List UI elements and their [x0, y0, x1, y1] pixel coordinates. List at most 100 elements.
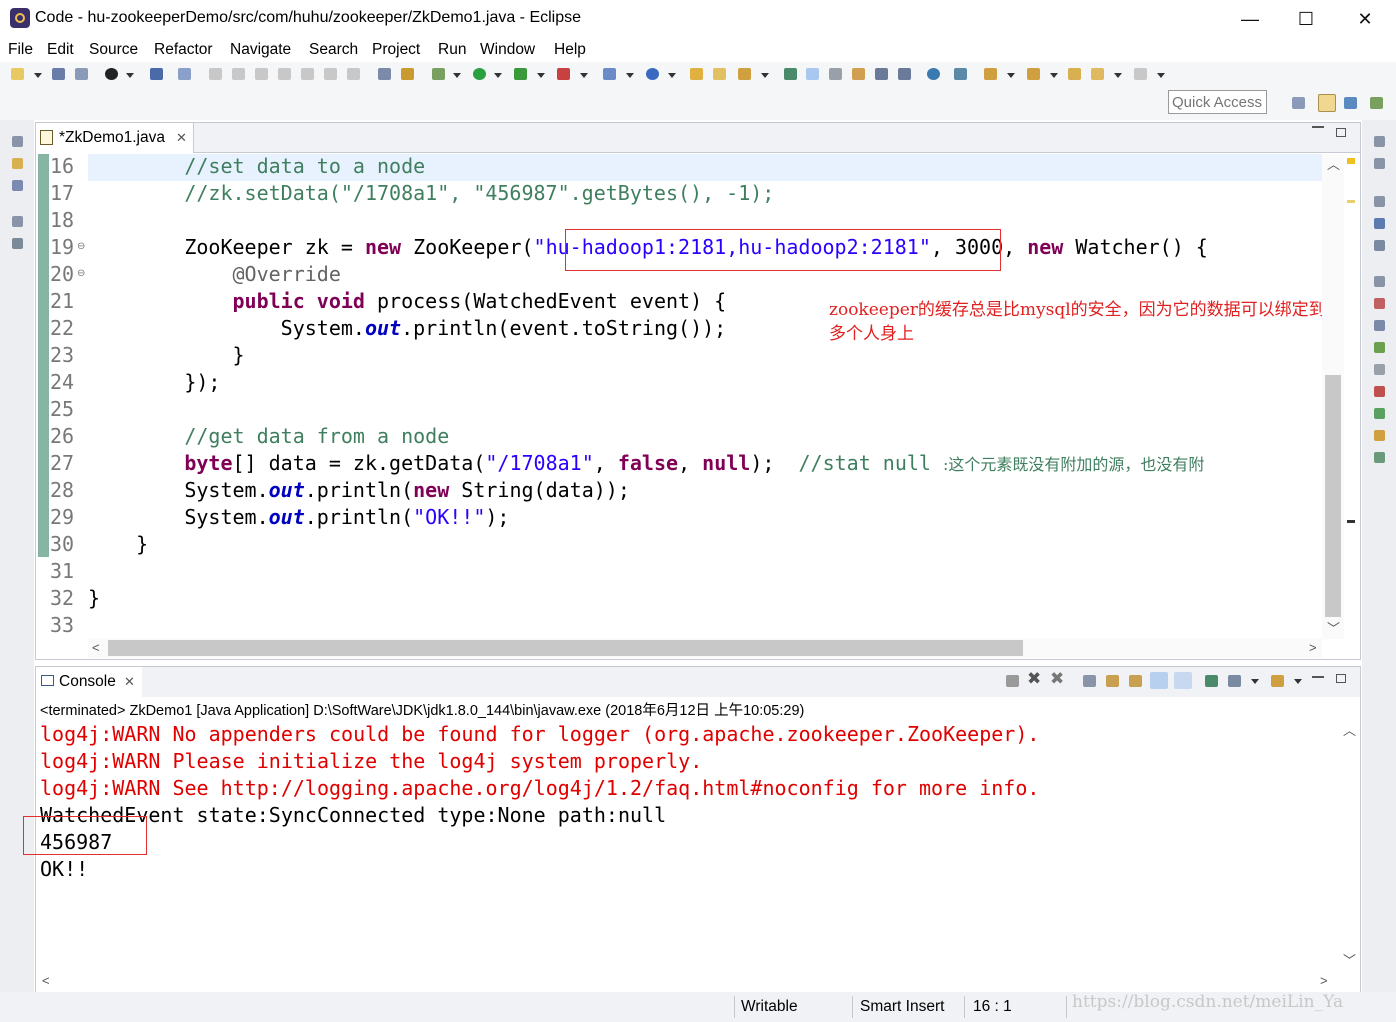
- close-button[interactable]: ✕: [1342, 4, 1388, 34]
- show-whitespace-icon[interactable]: [875, 68, 888, 80]
- chevron-up-icon[interactable]: ︿: [1343, 720, 1356, 739]
- chevron-up-icon[interactable]: ︿: [1327, 154, 1340, 173]
- step-over-icon[interactable]: [324, 68, 337, 80]
- restore-icon[interactable]: [1374, 276, 1385, 287]
- menu-source[interactable]: Source: [89, 41, 138, 59]
- chevron-down-icon[interactable]: [668, 73, 676, 78]
- annotation-nav-icon[interactable]: [954, 68, 967, 80]
- package-explorer-icon[interactable]: [12, 158, 23, 169]
- pin-console-icon[interactable]: [1205, 675, 1218, 687]
- show-console-on-output-icon[interactable]: [1150, 672, 1168, 689]
- forward-arrow-icon[interactable]: [1134, 68, 1147, 80]
- occurrence-marker[interactable]: [1347, 200, 1355, 203]
- chevron-down-icon[interactable]: [1251, 679, 1259, 684]
- chevron-down-icon[interactable]: [537, 73, 545, 78]
- search-results-icon[interactable]: [1374, 430, 1385, 441]
- fold-collapse-icon[interactable]: ⊖: [77, 268, 85, 279]
- open-perspective-icon[interactable]: [1292, 97, 1305, 109]
- clear-console-icon[interactable]: [1083, 675, 1096, 687]
- skip-breakpoints-icon[interactable]: [178, 68, 191, 80]
- next-annotation-icon[interactable]: [984, 68, 997, 80]
- suspend-icon[interactable]: [232, 68, 245, 80]
- close-tab-icon[interactable]: ✕: [124, 674, 135, 690]
- save-icon[interactable]: [52, 68, 65, 80]
- terminate-icon[interactable]: [1006, 675, 1019, 687]
- chevron-down-icon[interactable]: ﹀: [1343, 950, 1356, 969]
- word-wrap-icon[interactable]: [852, 68, 865, 80]
- code-line-22[interactable]: System.out.println(event.toString());: [88, 315, 727, 342]
- menu-navigate[interactable]: Navigate: [230, 41, 291, 59]
- chevron-down-icon[interactable]: [34, 73, 42, 78]
- editor-vertical-scroll-thumb[interactable]: [1325, 375, 1341, 617]
- toggle-highlight-icon[interactable]: [806, 68, 819, 80]
- chevron-down-icon[interactable]: [626, 73, 634, 78]
- outline-icon[interactable]: [1374, 218, 1385, 229]
- javadoc-icon[interactable]: [1374, 320, 1385, 331]
- menu-refactor[interactable]: Refactor: [154, 41, 213, 59]
- chevron-right-icon[interactable]: >: [1309, 640, 1317, 655]
- step-into-icon[interactable]: [301, 68, 314, 80]
- code-line-32[interactable]: }: [88, 585, 100, 612]
- declaration-icon[interactable]: [1374, 342, 1385, 353]
- search-icon[interactable]: [738, 68, 751, 80]
- chevron-left-icon[interactable]: <: [92, 640, 100, 655]
- maximize-view-icon[interactable]: [1336, 674, 1346, 683]
- fold-collapse-icon[interactable]: ⊖: [77, 241, 85, 252]
- code-line-27[interactable]: byte[] data = zk.getData("/1708a1", fals…: [88, 450, 1320, 478]
- chevron-down-icon[interactable]: ﹀: [1327, 618, 1340, 637]
- code-line-30[interactable]: }: [88, 531, 148, 558]
- run-icon[interactable]: [473, 68, 486, 80]
- code-line-16[interactable]: //set data to a node: [88, 153, 425, 180]
- show-console-on-error-icon[interactable]: [1174, 672, 1192, 689]
- chevron-down-icon[interactable]: [1114, 73, 1122, 78]
- menu-file[interactable]: File: [8, 41, 33, 59]
- restore-icon[interactable]: [12, 216, 23, 227]
- publish-icon[interactable]: [105, 68, 118, 80]
- overview-ruler[interactable]: [1344, 154, 1358, 639]
- chevron-down-icon[interactable]: [453, 73, 461, 78]
- restore-icon[interactable]: [1374, 136, 1385, 147]
- problems-icon[interactable]: [1374, 298, 1385, 309]
- close-tab-icon[interactable]: ✕: [176, 130, 187, 146]
- terminal-icon[interactable]: [150, 68, 163, 80]
- use-step-filters-icon[interactable]: [401, 68, 414, 80]
- external-tools-icon[interactable]: [557, 68, 570, 80]
- word-wrap-icon[interactable]: [1129, 675, 1142, 687]
- code-line-23[interactable]: }: [88, 342, 245, 369]
- restore-icon[interactable]: [12, 136, 23, 147]
- quick-access-input[interactable]: [1168, 90, 1267, 114]
- restore-icon[interactable]: [1374, 196, 1385, 207]
- block-selection-icon[interactable]: [829, 68, 842, 80]
- resume-icon[interactable]: [209, 68, 222, 80]
- menu-search[interactable]: Search: [309, 41, 358, 59]
- maximize-button[interactable]: ☐: [1283, 4, 1329, 34]
- code-line-24[interactable]: });: [88, 369, 220, 396]
- code-line-21[interactable]: public void process(WatchedEvent event) …: [88, 288, 727, 315]
- chevron-left-icon[interactable]: <: [42, 973, 50, 988]
- code-line-26[interactable]: //get data from a node: [88, 423, 449, 450]
- last-edit-location-icon[interactable]: [1068, 68, 1081, 80]
- toggle-mark-occurrences-icon[interactable]: [784, 68, 797, 80]
- menu-project[interactable]: Project: [372, 41, 420, 59]
- chevron-down-icon[interactable]: [494, 73, 502, 78]
- code-line-28[interactable]: System.out.println(new String(data));: [88, 477, 630, 504]
- scroll-lock-icon[interactable]: [1106, 675, 1119, 687]
- properties-icon[interactable]: [1374, 364, 1385, 375]
- menu-help[interactable]: Help: [554, 41, 586, 59]
- console-horizontal-scrollbar[interactable]: < >: [36, 972, 1338, 992]
- minimize-view-icon[interactable]: [1312, 126, 1324, 128]
- new-java-class-icon[interactable]: [646, 68, 659, 80]
- console-vertical-scrollbar[interactable]: ︿ ﹀: [1338, 720, 1358, 970]
- globe-icon[interactable]: [927, 68, 940, 80]
- terminate-icon[interactable]: [255, 68, 268, 80]
- java-perspective-icon[interactable]: [1344, 97, 1357, 109]
- debug-perspective-icon[interactable]: [1370, 97, 1383, 109]
- servers-icon[interactable]: [12, 238, 23, 249]
- data-source-icon[interactable]: [1374, 386, 1385, 397]
- pilcrow-icon[interactable]: [898, 68, 911, 80]
- code-line-20[interactable]: @Override: [88, 261, 341, 288]
- previous-annotation-icon[interactable]: [1027, 68, 1040, 80]
- editor-horizontal-scroll-thumb[interactable]: [108, 640, 1023, 656]
- display-console-icon[interactable]: [1228, 675, 1241, 687]
- type-hierarchy-icon[interactable]: [12, 180, 23, 191]
